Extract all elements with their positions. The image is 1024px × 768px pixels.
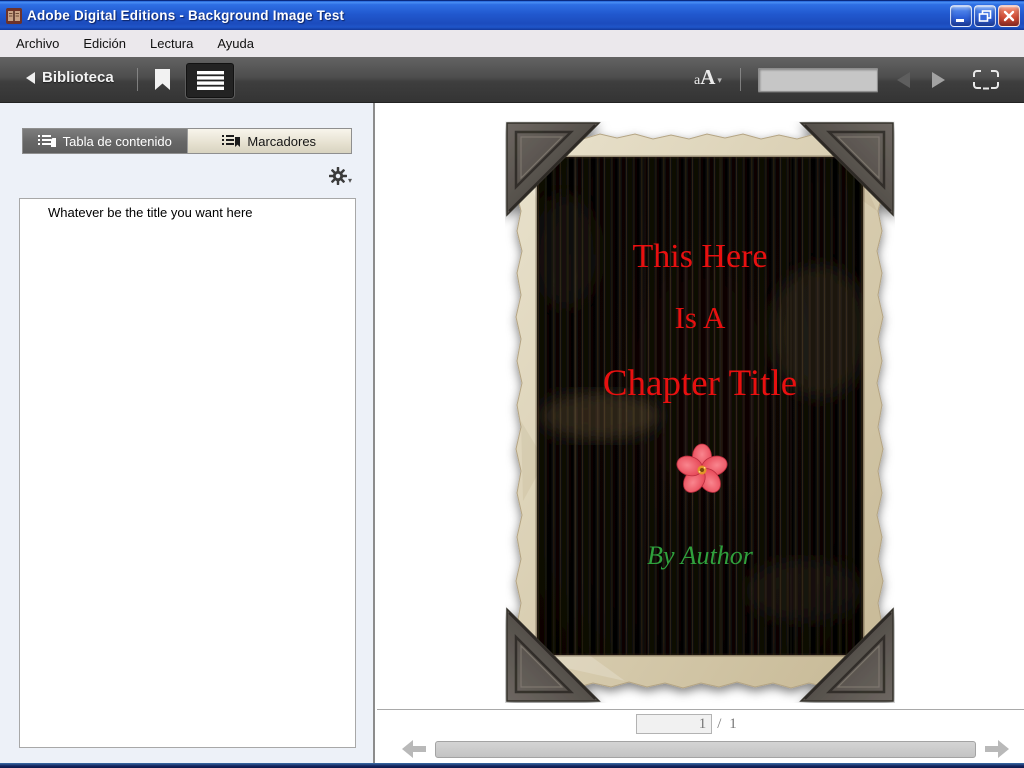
page-number-input[interactable]	[636, 714, 713, 734]
chevron-down-icon: ▾	[717, 76, 722, 86]
tab-marcadores[interactable]: Marcadores	[186, 129, 351, 153]
window-bottom-border	[0, 763, 1024, 768]
library-back-button[interactable]: Biblioteca	[26, 69, 114, 86]
previous-page-button[interactable]	[897, 72, 910, 88]
close-icon	[1003, 10, 1015, 21]
left-block-arrow-icon	[402, 740, 426, 758]
toolbar-separator	[137, 68, 138, 91]
chevron-down-icon: ▾	[347, 176, 352, 185]
app-window: Adobe Digital Editions - Background Imag…	[0, 0, 1024, 768]
toolbar: Biblioteca a A ▾	[0, 57, 1024, 103]
book-author: By Author	[647, 541, 753, 570]
toc-list-icon	[37, 135, 56, 147]
book-cover-art	[505, 121, 895, 703]
toc-panel[interactable]: Whatever be the title you want here	[19, 198, 356, 748]
font-size-big-label: A	[700, 65, 716, 89]
minimize-icon	[956, 18, 964, 22]
back-arrow-icon	[26, 71, 35, 84]
sidebar-tabs: Tabla de contenido Marcadores	[22, 128, 352, 154]
fullscreen-button[interactable]	[972, 69, 1000, 95]
page-indicator: / 1	[363, 711, 1012, 737]
restore-button[interactable]	[974, 4, 996, 27]
bookmark-button[interactable]	[155, 69, 170, 95]
right-block-arrow-icon	[985, 740, 1009, 758]
menu-archivo[interactable]: Archivo	[4, 32, 71, 55]
minimize-button[interactable]	[950, 4, 972, 27]
pagination-divider	[377, 709, 1024, 710]
window-controls	[950, 4, 1024, 27]
list-lines-icon	[196, 71, 224, 90]
search-input[interactable]	[758, 68, 878, 92]
toolbar-separator	[740, 68, 741, 91]
bookmark-ribbon-icon	[155, 69, 170, 90]
page-total-label: / 1	[717, 716, 738, 733]
chapter-title-line2: Is A	[674, 300, 726, 335]
font-size-button[interactable]: a A ▾	[694, 67, 722, 88]
screen-frame-icon	[973, 70, 999, 90]
page-scroll-row	[375, 736, 1024, 762]
options-gear-button[interactable]: ▾	[328, 167, 352, 185]
tab-label: Marcadores	[247, 133, 317, 149]
menu-lectura[interactable]: Lectura	[138, 32, 205, 55]
page-separator: /	[717, 715, 724, 732]
chapter-title-line3: Chapter Title	[602, 363, 798, 404]
total-pages: 1	[729, 715, 739, 732]
page-scrollbar[interactable]	[435, 741, 976, 758]
menu-bar: Archivo Edición Lectura Ayuda	[0, 30, 1024, 57]
scroll-left-button[interactable]	[401, 739, 427, 764]
close-button[interactable]	[998, 4, 1020, 27]
window-title: Adobe Digital Editions - Background Imag…	[27, 8, 345, 23]
scroll-right-button[interactable]	[984, 739, 1010, 764]
tab-label: Tabla de contenido	[62, 133, 172, 149]
app-icon	[6, 7, 22, 24]
menu-edicion[interactable]: Edición	[71, 32, 138, 55]
restore-icon	[978, 9, 992, 22]
next-page-button[interactable]	[932, 72, 945, 88]
toc-options-row: ▾	[0, 167, 352, 185]
toc-item[interactable]: Whatever be the title you want here	[20, 199, 355, 220]
tab-tabla-de-contenido[interactable]: Tabla de contenido	[23, 129, 187, 153]
sidebar: Tabla de contenido Marcadores ▾ Whatever…	[0, 103, 373, 768]
bookmark-list-icon	[222, 135, 241, 147]
title-bar[interactable]: Adobe Digital Editions - Background Imag…	[0, 0, 1024, 30]
gear-icon	[328, 167, 347, 185]
chapter-title-line1: This Here	[632, 238, 768, 275]
menu-ayuda[interactable]: Ayuda	[205, 32, 266, 55]
main-area: Tabla de contenido Marcadores ▾ Whatever…	[0, 103, 1024, 768]
reading-area: This Here Is A Chapter Title By Author /…	[375, 103, 1024, 768]
library-label: Biblioteca	[42, 69, 114, 86]
book-page: This Here Is A Chapter Title By Author	[505, 121, 895, 703]
toc-view-button[interactable]	[186, 63, 234, 98]
